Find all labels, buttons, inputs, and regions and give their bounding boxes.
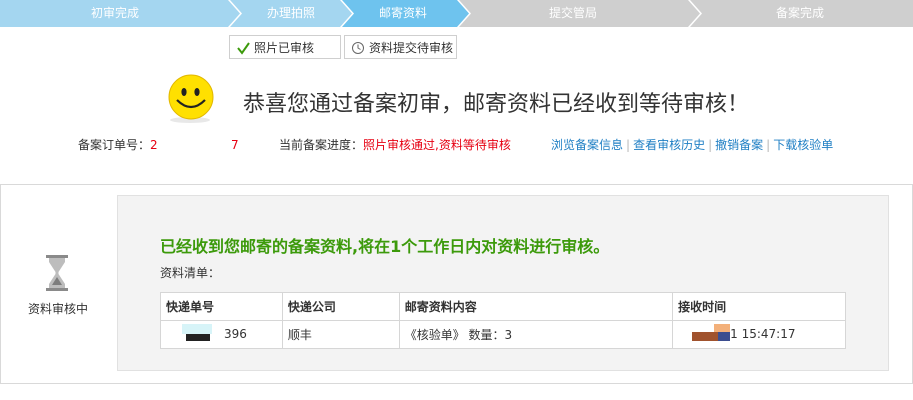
- order-number: 备案订单号：2: [78, 137, 158, 153]
- header-courier: 快递公司: [281, 292, 400, 321]
- step-3-label: 邮寄资料: [378, 6, 427, 20]
- action-links: 浏览备案信息 | 查看审核历史 | 撤销备案 | 下载核验单: [551, 137, 833, 153]
- progress-value: 照片审核通过,资料等待审核: [363, 138, 511, 152]
- cancel-record-link[interactable]: 撤销备案: [715, 138, 763, 152]
- order-number-start: 2: [150, 138, 158, 152]
- material-list-label: 资料清单：: [160, 266, 221, 280]
- order-number-end: 7: [231, 138, 239, 152]
- tab-docs-pending-label: 资料提交待审核: [369, 41, 454, 55]
- tracking-number: 396: [224, 327, 247, 342]
- received-time-cell: 1 15:47:17: [672, 320, 846, 349]
- progress-steps: 初审完成 办理拍照 邮寄资料 提交管局 备案完成: [0, 0, 913, 27]
- redacted-block: [678, 323, 731, 342]
- tab-docs-pending[interactable]: 资料提交待审核: [344, 35, 457, 59]
- link-divider: |: [766, 138, 771, 152]
- order-number-label: 备案订单号：: [78, 138, 151, 152]
- link-divider: |: [626, 138, 631, 152]
- link-divider: |: [708, 138, 713, 152]
- step-5-label: 备案完成: [775, 6, 824, 20]
- step-2-label: 办理拍照: [266, 6, 315, 20]
- step-1-label: 初审完成: [90, 6, 139, 20]
- browse-record-link[interactable]: 浏览备案信息: [551, 138, 623, 152]
- hourglass-icon: [44, 254, 70, 292]
- materials-table: 快递单号 快递公司 邮寄资料内容 接收时间 396 顺丰 《核验单》 数量：3 …: [160, 292, 846, 349]
- review-history-link[interactable]: 查看审核历史: [633, 138, 705, 152]
- header-tracking-number: 快递单号: [160, 292, 283, 321]
- redacted-block: [166, 323, 224, 342]
- clock-icon: [351, 36, 365, 60]
- tab-photo-reviewed[interactable]: 照片已审核: [229, 35, 341, 59]
- step-4-label: 提交管局: [548, 6, 597, 20]
- status-label: 资料审核中: [28, 302, 89, 316]
- page-headline: 恭喜您通过备案初审，邮寄资料已经收到等待审核！: [243, 92, 750, 117]
- table-header-row: 快递单号 快递公司 邮寄资料内容 接收时间: [160, 292, 846, 321]
- received-time: 1 15:47:17: [730, 327, 796, 342]
- table-row: 396 顺丰 《核验单》 数量：3 1 15:47:17: [160, 320, 846, 349]
- courier-cell: 顺丰: [281, 320, 400, 349]
- download-form-link[interactable]: 下载核验单: [773, 138, 833, 152]
- content-cell: 《核验单》 数量：3: [398, 320, 674, 349]
- checkmark-icon: [236, 36, 250, 60]
- smiley-icon: [162, 74, 218, 124]
- header-content: 邮寄资料内容: [398, 292, 674, 321]
- received-message: 已经收到您邮寄的备案资料,将在1个工作日内对资料进行审核。: [160, 237, 610, 256]
- tab-photo-reviewed-label: 照片已审核: [254, 41, 315, 55]
- tracking-number-cell: 396: [160, 320, 283, 349]
- header-received-time: 接收时间: [672, 292, 846, 321]
- progress-label: 当前备案进度：: [279, 138, 364, 152]
- current-progress: 当前备案进度：照片审核通过,资料等待审核: [279, 137, 511, 153]
